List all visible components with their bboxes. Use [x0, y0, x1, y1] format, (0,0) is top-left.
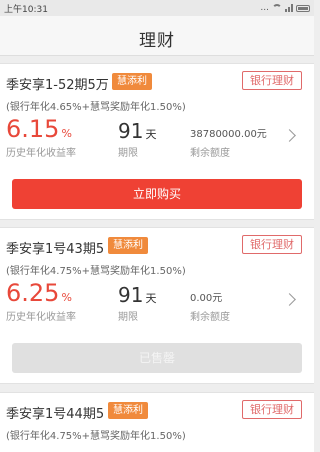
- remaining-label: 剩余额度: [190, 148, 230, 159]
- battery-icon: [296, 4, 310, 12]
- annual-rate-label: 历史年化收益率: [6, 148, 76, 159]
- rate-description: (银行年化4.75%+慧骂奖励年化1.50%): [6, 431, 186, 442]
- page-title: 理财: [139, 31, 175, 51]
- term-unit: 天: [145, 128, 157, 141]
- status-icons: ...: [260, 2, 310, 14]
- bank-wealth-badge: 银行理财: [242, 400, 302, 419]
- buy-now-button[interactable]: 立即购买: [12, 179, 302, 209]
- remaining-amount: 38780000.00元: [190, 129, 267, 140]
- signal-icon: [285, 4, 293, 12]
- remaining-label: 剩余额度: [190, 312, 230, 323]
- product-card[interactable]: 季安享1号44期5 慧添利 银行理财 (银行年化4.75%+慧骂奖励年化1.50…: [0, 392, 314, 452]
- product-tag: 慧添利: [108, 237, 148, 254]
- chevron-right-icon[interactable]: [283, 129, 296, 142]
- annual-rate-value: 6.15%: [6, 115, 72, 143]
- term-value: 91 天: [118, 283, 157, 307]
- term-label: 期限: [118, 312, 138, 323]
- bank-wealth-badge: 银行理财: [242, 235, 302, 254]
- annual-rate-label: 历史年化收益率: [6, 312, 76, 323]
- product-name: 季安享1-52期5万: [6, 78, 109, 93]
- rate-unit: %: [61, 127, 72, 140]
- term-value: 91 天: [118, 119, 157, 143]
- chevron-right-icon[interactable]: [283, 293, 296, 306]
- product-tag: 慧添利: [112, 73, 152, 90]
- product-tag: 慧添利: [108, 402, 148, 419]
- nav-bar: 理财: [0, 16, 314, 56]
- bank-wealth-badge: 银行理财: [242, 71, 302, 90]
- wifi-icon: [272, 4, 282, 12]
- sold-out-button: 已售罄: [12, 343, 302, 373]
- product-card[interactable]: 季安享1号43期5 慧添利 银行理财 (银行年化4.75%+慧骂奖励年化1.50…: [0, 227, 314, 384]
- status-bar: 上午10:31 ...: [0, 0, 314, 16]
- product-card[interactable]: 季安享1-52期5万 慧添利 银行理财 (银行年化4.65%+慧骂奖励年化1.5…: [0, 63, 314, 220]
- status-time: 上午10:31: [4, 5, 48, 15]
- annual-rate-value: 6.25%: [6, 279, 72, 307]
- more-dots-icon: ...: [260, 3, 269, 13]
- rate-description: (银行年化4.65%+慧骂奖励年化1.50%): [6, 102, 186, 113]
- term-label: 期限: [118, 148, 138, 159]
- term-unit: 天: [145, 292, 157, 305]
- rate-description: (银行年化4.75%+慧骂奖励年化1.50%): [6, 266, 186, 277]
- remaining-amount: 0.00元: [190, 293, 223, 304]
- product-name: 季安享1号44期5: [6, 407, 105, 422]
- rate-unit: %: [61, 291, 72, 304]
- product-name: 季安享1号43期5: [6, 242, 105, 257]
